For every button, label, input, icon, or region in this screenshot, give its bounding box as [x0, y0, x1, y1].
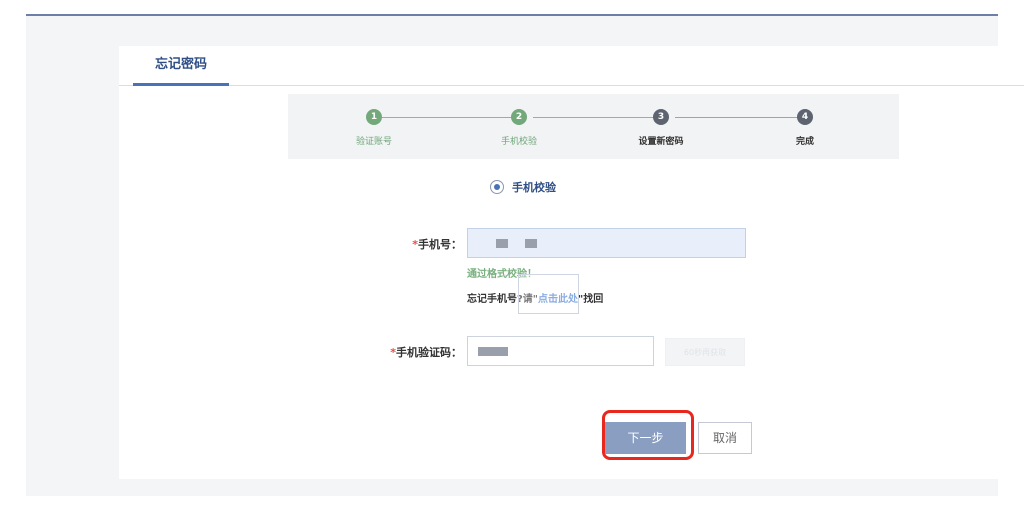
step-4-icon: 4	[797, 109, 813, 125]
tab-forgot-password[interactable]: 忘记密码	[133, 46, 229, 86]
step-connector-3	[675, 117, 801, 118]
phone-input[interactable]	[467, 228, 746, 258]
step-2-icon: 2	[511, 109, 527, 125]
page-background: 忘记密码 1 2 3 4 验证账号 手机校验 设置新密码 完成 手机校验 *手机…	[26, 16, 1024, 496]
sms-code-label: *手机验证码：	[312, 344, 462, 360]
step-connector-2	[533, 117, 661, 118]
cancel-button[interactable]: 取消	[698, 422, 752, 454]
get-code-button[interactable]: 60秒再获取	[665, 338, 745, 366]
verify-method-option[interactable]: 手机校验	[490, 177, 556, 197]
radio-selected-icon[interactable]	[490, 180, 504, 194]
sms-code-input[interactable]	[467, 336, 654, 366]
verify-method-label: 手机校验	[512, 181, 556, 194]
step-3-label: 设置新密码	[638, 137, 684, 147]
step-1-icon: 1	[366, 109, 382, 125]
step-2-label: 手机校验	[500, 137, 537, 147]
content-panel: 忘记密码 1 2 3 4 验证账号 手机校验 设置新密码 完成 手机校验 *手机…	[119, 46, 1024, 479]
next-step-button[interactable]: 下一步	[605, 422, 686, 454]
tab-bar: 忘记密码	[119, 46, 1024, 86]
masked-text	[496, 239, 508, 248]
phone-label-text: 手机号：	[418, 238, 462, 251]
forgot-phone-suffix: "找回	[578, 294, 604, 305]
phone-label: *手机号：	[312, 236, 462, 252]
step-3-icon: 3	[653, 109, 669, 125]
masked-text	[478, 347, 508, 356]
masked-text	[525, 239, 537, 248]
step-connector-1	[381, 117, 523, 118]
progress-steps: 1 2 3 4 验证账号 手机校验 设置新密码 完成	[288, 94, 899, 159]
step-1-label: 验证账号	[355, 137, 392, 147]
step-4-label: 完成	[795, 137, 814, 147]
sms-code-label-text: 手机验证码：	[396, 346, 462, 359]
hover-tip-box	[518, 274, 579, 314]
